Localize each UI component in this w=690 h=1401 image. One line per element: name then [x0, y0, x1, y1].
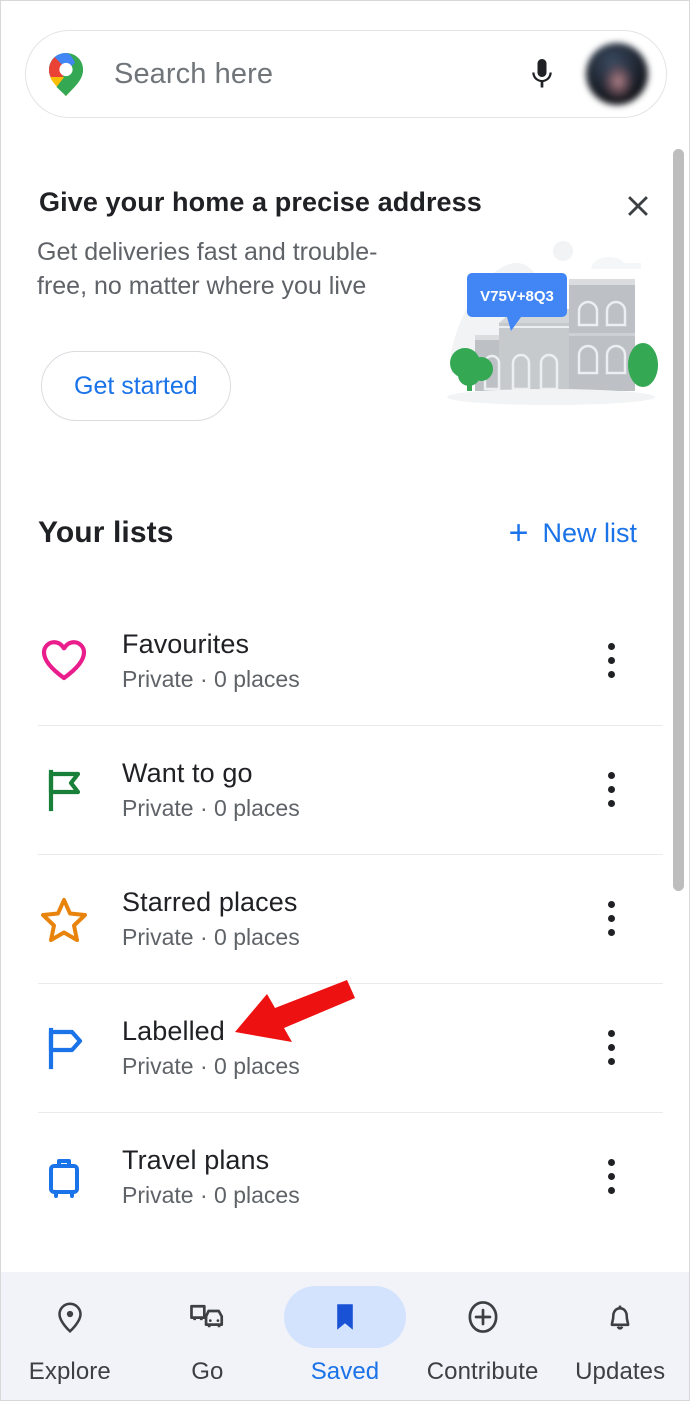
list-item-name: Labelled: [122, 1015, 225, 1046]
commute-icon: [146, 1286, 268, 1348]
list-item-text: Starred places Private · 0 places: [122, 884, 585, 954]
list-item-travel-plans[interactable]: Travel plans Private · 0 places: [1, 1112, 663, 1241]
plus-icon: +: [508, 514, 529, 552]
label-flag-icon: [38, 1024, 90, 1072]
more-options-icon[interactable]: [585, 760, 637, 820]
your-lists-header: Your lists + New list: [1, 496, 663, 576]
list-item-text: Favourites Private · 0 places: [122, 626, 585, 696]
list-item-name: Travel plans: [122, 1144, 270, 1175]
list-item-starred-places[interactable]: Starred places Private · 0 places: [1, 854, 663, 983]
home-address-promo-card: Give your home a precise address Get del…: [1, 153, 663, 453]
list-item-meta: Private · 0 places: [122, 665, 300, 692]
list-item-labelled[interactable]: Labelled Private · 0 places: [1, 983, 663, 1112]
new-list-label: New list: [542, 517, 637, 548]
list-item-meta: Private · 0 places: [122, 923, 300, 950]
flag-icon: [38, 766, 90, 814]
list-item-text: Labelled Private · 0 places: [122, 1013, 585, 1083]
nav-item-go[interactable]: Go: [139, 1272, 277, 1400]
list-item-meta: Private · 0 places: [122, 1052, 300, 1079]
list-item-text: Want to go Private · 0 places: [122, 755, 585, 825]
nav-label-contribute: Contribute: [426, 1358, 539, 1385]
plus-circle-icon: [422, 1286, 544, 1348]
get-started-button[interactable]: Get started: [41, 351, 231, 421]
list-item-text: Travel plans Private · 0 places: [122, 1142, 585, 1212]
bell-icon: [559, 1286, 681, 1348]
heart-icon: [38, 637, 90, 685]
more-options-icon[interactable]: [585, 1147, 637, 1207]
nav-item-saved[interactable]: Saved: [276, 1272, 414, 1400]
nav-item-contribute[interactable]: Contribute: [414, 1272, 552, 1400]
list-item-name: Want to go: [122, 757, 253, 788]
more-options-icon[interactable]: [585, 889, 637, 949]
nav-label-go: Go: [191, 1358, 224, 1385]
search-input[interactable]: Search here: [114, 58, 516, 91]
suitcase-icon: [38, 1153, 90, 1201]
nav-label-explore: Explore: [28, 1358, 111, 1385]
list-item-want-to-go[interactable]: Want to go Private · 0 places: [1, 725, 663, 854]
list-item-favourites[interactable]: Favourites Private · 0 places: [1, 596, 663, 725]
more-options-icon[interactable]: [585, 631, 637, 691]
list-item-name: Starred places: [122, 886, 298, 917]
new-list-button[interactable]: + New list: [509, 516, 637, 550]
vertical-scrollbar[interactable]: [673, 149, 684, 891]
list-item-meta: Private · 0 places: [122, 794, 300, 821]
google-maps-saved-screen: Search here Give your home a precise add…: [0, 0, 690, 1401]
svg-text:V75V+8Q3: V75V+8Q3: [480, 288, 554, 305]
list-item-meta: Private · 0 places: [122, 1181, 300, 1208]
promo-body-text: Get deliveries fast and trouble-free, no…: [37, 238, 378, 300]
google-maps-pin-icon: [44, 50, 88, 98]
nav-item-explore[interactable]: Explore: [1, 1272, 139, 1400]
bookmark-icon: [283, 1286, 406, 1348]
promo-title: Give your home a precise address: [39, 187, 482, 217]
avatar[interactable]: [586, 43, 648, 105]
saved-lists: Favourites Private · 0 places Want to go…: [1, 596, 663, 1241]
nav-label-updates: Updates: [575, 1358, 666, 1385]
nav-item-updates[interactable]: Updates: [551, 1272, 689, 1400]
search-bar[interactable]: Search here: [25, 30, 667, 118]
list-item-name: Favourites: [122, 628, 250, 659]
map-pin-icon: [9, 1286, 131, 1348]
your-lists-title: Your lists: [38, 516, 174, 549]
more-options-icon[interactable]: [585, 1018, 637, 1078]
houses-with-plus-code-illustration: V75V+8Q3: [441, 223, 663, 423]
nav-label-saved: Saved: [310, 1358, 380, 1385]
star-icon: [38, 895, 90, 943]
microphone-icon[interactable]: [516, 48, 568, 100]
bottom-navigation-bar: Explore Go Saved Contribute Updates: [1, 1272, 689, 1400]
